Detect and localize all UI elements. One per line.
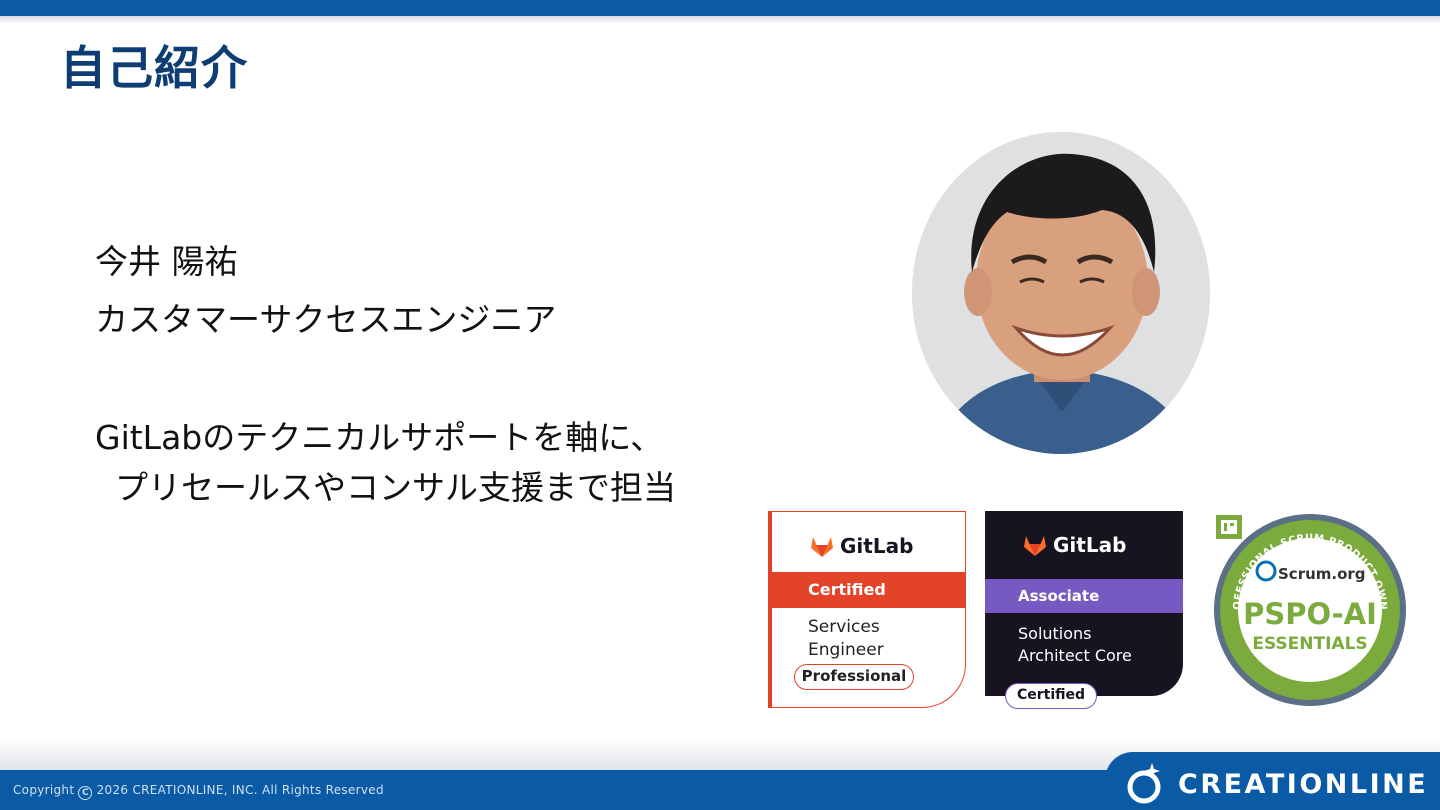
badge-level: Professional xyxy=(794,664,914,690)
badge-band-label: Certified xyxy=(808,580,886,599)
copyright-text: Copyright C 2026 CREATIONLINE, INC. All … xyxy=(13,783,384,800)
badge-band-label: Associate xyxy=(1018,587,1100,605)
pspo-title: PSPO-AI xyxy=(1243,597,1377,631)
pspo-seal-icon: PROFESSIONAL SCRUM PRODUCT OWNER AI ESSE… xyxy=(1206,503,1406,706)
gitlab-professional-badge: GitLab Certified Services Engineer Profe… xyxy=(768,511,966,708)
gitlab-tanuki-icon xyxy=(811,537,833,557)
gitlab-associate-badge: GitLab Associate Solutions Architect Cor… xyxy=(985,511,1183,709)
copyright-symbol: C xyxy=(78,786,93,800)
gitlab-tanuki-icon xyxy=(1024,536,1046,556)
description-line-1: GitLabのテクニカルサポートを軸に、 xyxy=(95,418,664,457)
description-line-2: プリセールスやコンサル支援まで担当 xyxy=(115,468,676,507)
presenter-role: カスタマーサクセスエンジニア xyxy=(95,300,557,339)
copyright-label: Copyright xyxy=(13,783,75,797)
person-photo-icon xyxy=(912,132,1210,454)
presenter-name: 今井 陽祐 xyxy=(95,242,238,281)
badge-band: Certified xyxy=(772,572,965,608)
badge-description: Services Engineer xyxy=(808,617,884,660)
pspo-subtitle: ESSENTIALS xyxy=(1252,634,1367,654)
presenter-photo xyxy=(912,132,1210,454)
badge-band: Associate xyxy=(985,579,1183,613)
creationline-logo-icon xyxy=(1127,763,1161,804)
pspo-ai-badge: PROFESSIONAL SCRUM PRODUCT OWNER AI ESSE… xyxy=(1206,503,1410,709)
copyright-rest: 2026 CREATIONLINE, INC. All Rights Reser… xyxy=(96,783,384,797)
top-bar xyxy=(0,0,1440,16)
badge-description: Solutions Architect Core xyxy=(1018,624,1132,665)
slide-title: 自己紹介 xyxy=(60,41,248,95)
top-shadow xyxy=(0,16,1440,24)
company-name: CREATIONLINE xyxy=(1178,769,1429,800)
badge-brand: GitLab xyxy=(840,534,914,558)
badge-level: Certified xyxy=(1005,683,1097,709)
badge-brand: GitLab xyxy=(1053,533,1127,557)
pspo-org: Scrum.org xyxy=(1278,565,1366,583)
